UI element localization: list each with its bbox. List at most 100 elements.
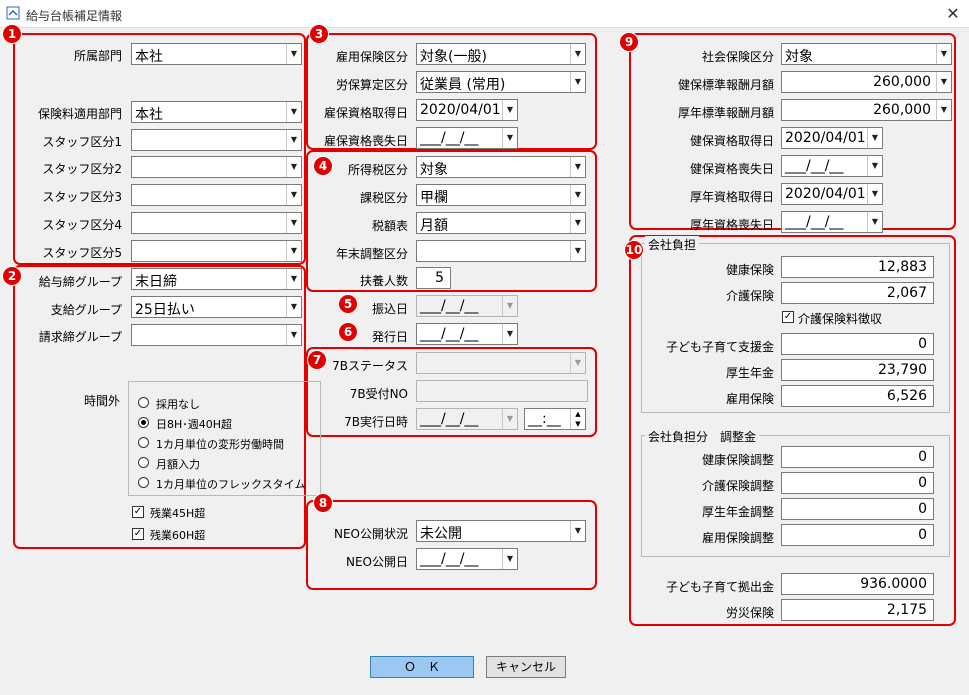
badge-1: 1 [2, 24, 22, 44]
emp-acquire-value: 2020/04/01 [420, 102, 501, 118]
ins-dept-select[interactable]: 本社 ▼ [131, 101, 302, 123]
dependents-input[interactable]: 5 [416, 267, 451, 289]
overtime-option-2: 1カ月単位の変形労働時間 [156, 438, 284, 451]
staff1-select[interactable]: ▼ [131, 129, 302, 151]
spin-icon[interactable]: ▲ ▼ [570, 409, 585, 429]
pension-std-label: 厚年標準報酬月額 [677, 106, 774, 120]
ot45-checkbox[interactable]: ✓ [132, 506, 144, 518]
7b-exec-date[interactable]: ___/__/__ ▼ [416, 408, 518, 430]
badge-10: 10 [624, 240, 644, 260]
chevron-down-icon: ▼ [570, 213, 585, 233]
employ-label: 雇用保険 [725, 392, 774, 406]
close-group-value: 末日締 [135, 274, 177, 290]
overtime-radio-4[interactable] [138, 477, 149, 488]
care-input[interactable]: 2,067 [781, 282, 934, 304]
overtime-option-0: 採用なし [156, 398, 200, 411]
overtime-radio-1[interactable] [138, 417, 149, 428]
neo-status-value: 未公開 [420, 526, 462, 542]
chevron-down-icon: ▼ [286, 325, 301, 345]
pension-input[interactable]: 23,790 [781, 359, 934, 381]
employ-input[interactable]: 6,526 [781, 385, 934, 407]
close-group-select[interactable]: 末日締 ▼ [131, 268, 302, 290]
chevron-down-icon: ▼ [502, 128, 517, 148]
overtime-radio-0[interactable] [138, 397, 149, 408]
emp-ins-select[interactable]: 対象(一般) ▼ [416, 43, 586, 65]
emp-lose-date[interactable]: ___/__/__ ▼ [416, 127, 518, 149]
chevron-down-icon: ▼ [502, 549, 517, 569]
emp-lose-value: ___/__/__ [420, 130, 479, 146]
health-std-select[interactable]: 260,000 ▼ [781, 71, 952, 93]
emp-acquire-date[interactable]: 2020/04/01 ▼ [416, 99, 518, 121]
tax-class-select[interactable]: 甲欄 ▼ [416, 184, 586, 206]
7b-recv-input[interactable] [416, 380, 588, 402]
emp-lose-label: 雇保資格喪失日 [323, 134, 408, 148]
dept-select[interactable]: 本社 ▼ [131, 43, 302, 65]
health-acq-date[interactable]: 2020/04/01 ▼ [781, 127, 883, 149]
year-end-label: 年末調整区分 [335, 247, 408, 261]
chevron-down-icon: ▼ [286, 241, 301, 261]
badge-5: 5 [338, 294, 358, 314]
transfer-date[interactable]: ___/__/__ ▼ [416, 295, 518, 317]
pay-group-select[interactable]: 25日払い ▼ [131, 296, 302, 318]
staff1-label: スタッフ区分1 [42, 135, 122, 149]
issue-date[interactable]: ___/__/__ ▼ [416, 323, 518, 345]
7b-recv-label: 7B受付NO [349, 387, 408, 401]
health-std-value: 260,000 [873, 74, 931, 90]
child-input[interactable]: 0 [781, 333, 934, 355]
ok-button[interactable]: Ｏ Ｋ [370, 656, 474, 678]
chevron-down-icon: ▼ [286, 157, 301, 177]
tax-class-label: 課税区分 [359, 191, 408, 205]
ins-dept-label: 保険料適用部門 [37, 107, 122, 121]
window-title: 給与台帳補足情報 [26, 9, 123, 23]
labor-calc-label: 労保算定区分 [335, 78, 408, 92]
adj-health-input[interactable]: 0 [781, 446, 934, 468]
year-end-select[interactable]: ▼ [416, 240, 586, 262]
chevron-down-icon: ▼ [286, 102, 301, 122]
chevron-down-icon: ▼ [286, 213, 301, 233]
pension-acq-date[interactable]: 2020/04/01 ▼ [781, 183, 883, 205]
neo-date[interactable]: ___/__/__ ▼ [416, 548, 518, 570]
neo-status-select[interactable]: 未公開 ▼ [416, 520, 586, 542]
income-tax-select[interactable]: 対象 ▼ [416, 156, 586, 178]
social-select[interactable]: 対象 ▼ [781, 43, 952, 65]
ot45-label: 残業45H超 [150, 507, 206, 520]
chevron-down-icon: ▼ [570, 72, 585, 92]
care-checkbox[interactable]: ✓ [782, 311, 794, 323]
close-icon[interactable]: ✕ [943, 4, 963, 24]
overtime-option-3: 月額入力 [156, 458, 200, 471]
adj-pension-input[interactable]: 0 [781, 498, 934, 520]
chevron-down-icon: ▼ [502, 296, 517, 316]
labor-calc-select[interactable]: 従業員 (常用) ▼ [416, 71, 586, 93]
chevron-down-icon: ▼ [570, 157, 585, 177]
staff2-select[interactable]: ▼ [131, 156, 302, 178]
app-icon [6, 6, 20, 20]
spin-down-icon: ▼ [575, 420, 581, 428]
staff3-select[interactable]: ▼ [131, 184, 302, 206]
child-contrib-input[interactable]: 936.0000 [781, 573, 934, 595]
chevron-down-icon: ▼ [286, 297, 301, 317]
adj-care-input[interactable]: 0 [781, 472, 934, 494]
7b-exec-time-value: __:__ [528, 411, 561, 427]
overtime-radio-2[interactable] [138, 437, 149, 448]
chevron-down-icon: ▼ [867, 184, 882, 204]
overtime-radio-3[interactable] [138, 457, 149, 468]
7b-exec-time[interactable]: __:__ ▲ ▼ [524, 408, 586, 430]
tax-table-select[interactable]: 月額 ▼ [416, 212, 586, 234]
adj-employ-input[interactable]: 0 [781, 524, 934, 546]
transfer-date-label: 振込日 [371, 302, 408, 316]
health-lose-date[interactable]: ___/__/__ ▼ [781, 155, 883, 177]
pension-lose-date[interactable]: ___/__/__ ▼ [781, 211, 883, 233]
staff5-select[interactable]: ▼ [131, 240, 302, 262]
badge-7: 7 [307, 350, 327, 370]
pension-std-select[interactable]: 260,000 ▼ [781, 99, 952, 121]
staff2-label: スタッフ区分2 [42, 162, 122, 176]
neo-date-label: NEO公開日 [345, 555, 408, 569]
bill-group-select[interactable]: ▼ [131, 324, 302, 346]
chevron-down-icon: ▼ [502, 100, 517, 120]
staff4-select[interactable]: ▼ [131, 212, 302, 234]
cancel-button[interactable]: キャンセル [486, 656, 566, 678]
health-input[interactable]: 12,883 [781, 256, 934, 278]
ot60-checkbox[interactable]: ✓ [132, 528, 144, 540]
7b-status-select[interactable]: ▼ [416, 352, 586, 374]
workers-input[interactable]: 2,175 [781, 599, 934, 621]
